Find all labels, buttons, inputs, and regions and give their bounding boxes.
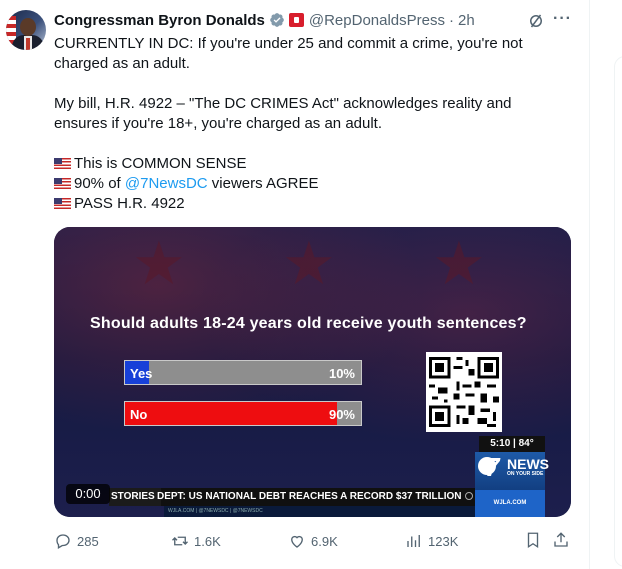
bookmark-button[interactable] bbox=[524, 531, 542, 551]
timestamp[interactable]: 2h bbox=[458, 12, 475, 29]
text-line: 90% of @7NewsDC viewers AGREE bbox=[54, 174, 574, 194]
right-column bbox=[589, 0, 622, 569]
author-handle[interactable]: @RepDonaldsPress bbox=[309, 12, 445, 29]
reply-count: 285 bbox=[77, 533, 99, 549]
us-flag-icon bbox=[54, 198, 71, 209]
tweet-header: Congressman Byron Donalds @RepDonaldsPre… bbox=[54, 10, 475, 30]
grok-icon[interactable] bbox=[527, 12, 545, 30]
station-tagline: ON YOUR SIDE bbox=[507, 471, 544, 477]
us-flag-icon bbox=[54, 158, 71, 169]
star-icon: ★ bbox=[432, 230, 486, 297]
star-icon: ★ bbox=[132, 230, 186, 297]
station-logo: 7 NEWS ON YOUR SIDE bbox=[475, 452, 549, 490]
sub-ticker: WJLA.COM | @7NEWSDC | @7NEWSDC bbox=[164, 506, 475, 517]
more-options-icon[interactable]: ··· bbox=[553, 10, 572, 28]
text-line: CURRENTLY IN DC: If you're under 25 and … bbox=[54, 35, 523, 52]
repost-icon bbox=[172, 536, 188, 546]
like-count: 6.9K bbox=[311, 533, 338, 549]
reply-icon bbox=[56, 534, 70, 549]
heart-icon bbox=[291, 535, 303, 548]
poll-bar-yes: Yes 10% bbox=[124, 360, 362, 385]
verified-badge-icon bbox=[270, 13, 284, 27]
poll-option-label: No bbox=[130, 407, 148, 422]
video-timer: 0:00 bbox=[66, 484, 110, 504]
poll-bar-fill bbox=[125, 402, 338, 425]
time-weather: 5:10 | 84° bbox=[479, 436, 545, 452]
qr-code bbox=[426, 352, 502, 432]
tweet[interactable]: Congressman Byron Donalds @RepDonaldsPre… bbox=[0, 0, 589, 569]
ticker-headline: DEPT: US NATIONAL DEBT REACHES A RECORD … bbox=[157, 491, 462, 502]
video-player[interactable]: ★ ★ ★ Should adults 18-24 years old rece… bbox=[54, 227, 571, 517]
text-line: ensures if you're 18+, you're charged as… bbox=[54, 115, 383, 132]
text-line: My bill, H.R. 4922 – "The DC CRIMES Act"… bbox=[54, 95, 512, 112]
ticker-dot-icon bbox=[465, 492, 473, 500]
news-ticker: STORIES DEPT: US NATIONAL DEBT REACHES A… bbox=[109, 488, 475, 506]
ticker-tag: STORIES bbox=[109, 488, 161, 506]
station-website: WJLA.COM bbox=[475, 490, 545, 517]
avatar[interactable] bbox=[6, 10, 46, 50]
views-button[interactable]: 123K bbox=[405, 531, 458, 551]
reply-button[interactable]: 285 bbox=[54, 531, 99, 551]
author-name[interactable]: Congressman Byron Donalds bbox=[54, 12, 265, 29]
poll-question: Should adults 18-24 years old receive yo… bbox=[90, 315, 527, 332]
government-badge-icon bbox=[288, 13, 304, 27]
views-count: 123K bbox=[428, 533, 459, 549]
share-icon bbox=[554, 532, 568, 547]
action-bar: 285 1.6K 6.9K 123K bbox=[54, 531, 574, 551]
station-number: 7 bbox=[485, 452, 500, 482]
text-line: charged as an adult. bbox=[54, 55, 190, 72]
mention-link[interactable]: @7NewsDC bbox=[125, 175, 208, 192]
poll-option-percent: 90% bbox=[328, 407, 355, 422]
poll-option-label: Yes bbox=[130, 366, 153, 381]
tweet-text: CURRENTLY IN DC: If you're under 25 and … bbox=[54, 34, 574, 214]
repost-count: 1.6K bbox=[194, 533, 221, 549]
bookmark-icon bbox=[527, 532, 539, 549]
share-button[interactable] bbox=[552, 531, 570, 551]
repost-button[interactable]: 1.6K bbox=[171, 531, 221, 551]
us-flag-icon bbox=[54, 178, 71, 189]
poll-bar-no: No 90% bbox=[124, 401, 362, 426]
analytics-icon bbox=[407, 535, 420, 547]
star-icon: ★ bbox=[282, 230, 336, 297]
poll-option-percent: 10% bbox=[328, 366, 355, 381]
sidebar-panel bbox=[614, 56, 622, 567]
dot-separator: · bbox=[449, 11, 454, 29]
like-button[interactable]: 6.9K bbox=[288, 531, 338, 551]
station-word: NEWS bbox=[507, 456, 549, 472]
text-line: This is COMMON SENSE bbox=[54, 154, 574, 174]
text-line: PASS H.R. 4922 bbox=[54, 194, 574, 214]
